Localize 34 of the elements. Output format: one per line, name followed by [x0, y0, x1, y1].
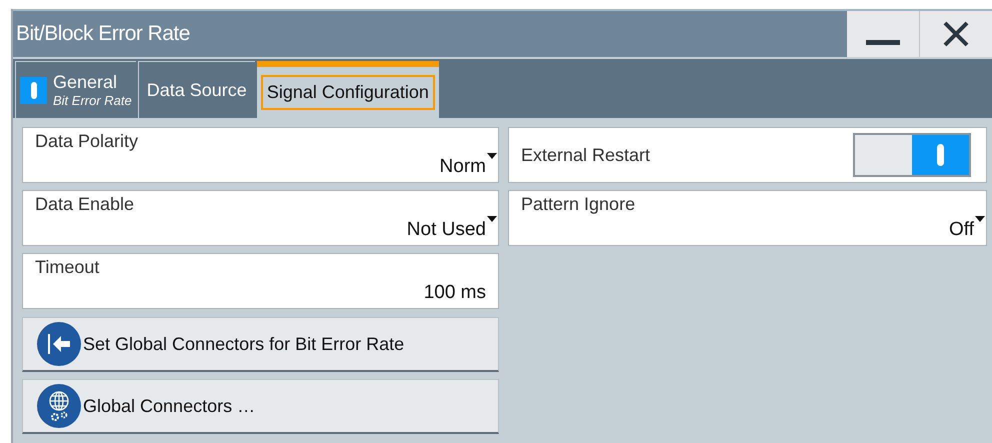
field-value: Off	[949, 218, 974, 242]
field-label: Pattern Ignore	[521, 193, 636, 216]
tab-sublabel: Bit Error Rate	[53, 93, 132, 110]
toggle-switch[interactable]	[20, 76, 47, 104]
arrow-left-icon	[37, 322, 81, 366]
window-title: Bit/Block Error Rate	[15, 21, 190, 48]
field-value: Not Used	[406, 218, 486, 242]
tab[interactable]: General Bit Error Rate	[15, 61, 136, 118]
close-button[interactable]	[920, 11, 992, 57]
tab-label: Data Source	[146, 78, 248, 102]
tab-label: Signal Configuration	[260, 75, 435, 110]
tab[interactable]: Signal Configuration	[256, 61, 439, 118]
dropdown-arrow-icon	[487, 153, 497, 159]
value-field[interactable]: Timeout 100 ms	[22, 253, 499, 309]
dropdown-field[interactable]: Data Enable Not Used	[22, 190, 499, 246]
dropdown-field[interactable]: Pattern Ignore Off	[508, 190, 987, 246]
field-label: Data Polarity	[35, 130, 138, 153]
tab-label: General	[53, 70, 118, 94]
field-value: Norm	[440, 155, 486, 179]
close-icon	[942, 20, 970, 48]
field-label: Timeout	[35, 256, 100, 279]
minimize-button[interactable]	[847, 11, 920, 57]
field-label: Data Enable	[35, 193, 134, 216]
action-button[interactable]: Set Global Connectors for Bit Error Rate	[22, 317, 499, 372]
action-button[interactable]: Global Connectors …	[22, 379, 499, 434]
globe-gears-icon	[37, 384, 81, 428]
minimize-icon	[866, 40, 900, 45]
field-value: 100 ms	[424, 281, 486, 305]
dropdown-field[interactable]: Data Polarity Norm	[22, 127, 499, 183]
toggle-switch[interactable]	[853, 133, 971, 177]
tab[interactable]: Data Source	[138, 61, 255, 118]
dropdown-arrow-icon	[975, 216, 985, 222]
field-label: External Restart	[521, 144, 650, 166]
dropdown-arrow-icon	[487, 216, 497, 222]
